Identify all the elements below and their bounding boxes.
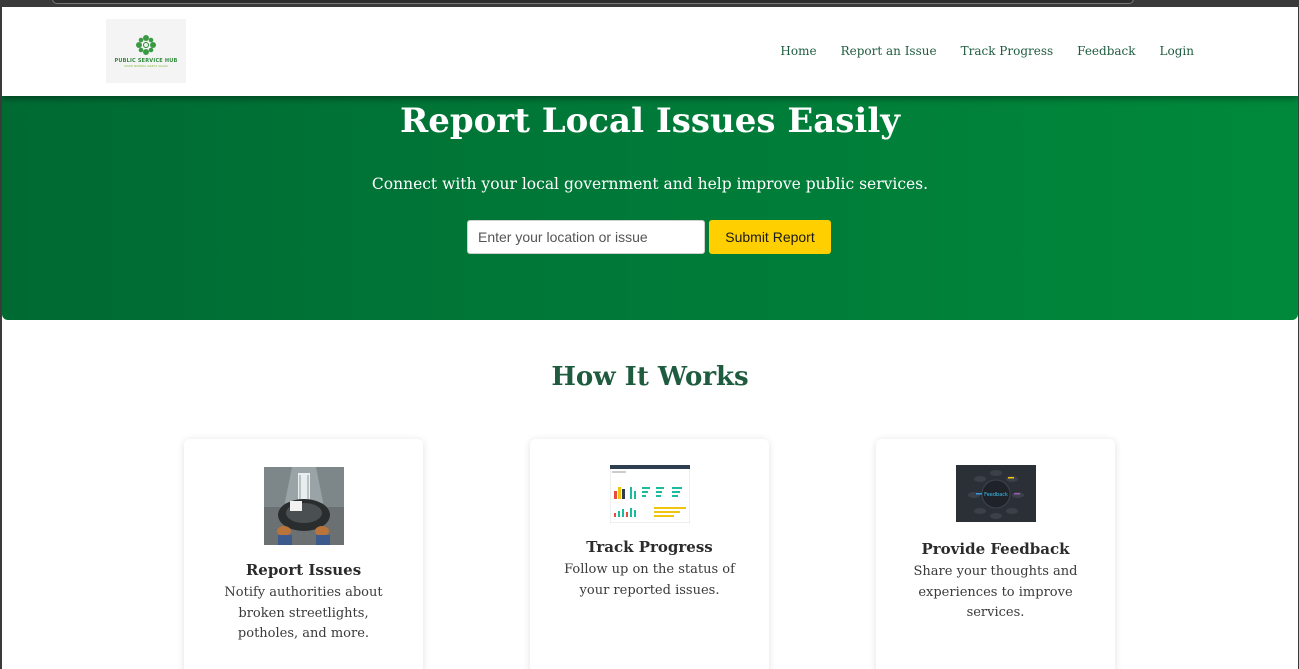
- how-it-works-title: How It Works: [551, 362, 749, 392]
- hero-title: Report Local Issues Easily: [399, 101, 901, 141]
- location-issue-input[interactable]: [467, 220, 705, 254]
- nav-home[interactable]: Home: [780, 44, 816, 58]
- card-track-progress: Track Progress Follow up on the status o…: [530, 439, 769, 669]
- card-title: Provide Feedback: [921, 540, 1070, 558]
- report-form: Submit Report: [467, 220, 831, 254]
- feedback-image-text: Feedback: [984, 492, 1008, 498]
- browser-address-pill: [52, 0, 1134, 4]
- feedback-illustration-image: Feedback: [956, 465, 1036, 522]
- main-nav: Home Report an Issue Track Progress Feed…: [780, 44, 1194, 58]
- hero-subtitle: Connect with your local government and h…: [371, 175, 929, 193]
- pothole-photo-image: [264, 467, 344, 545]
- nav-feedback[interactable]: Feedback: [1077, 44, 1135, 58]
- logo-tagline: MAKE NIGERIA GREAT AGAIN: [124, 64, 168, 68]
- nav-track-progress[interactable]: Track Progress: [961, 44, 1054, 58]
- card-description: Share your thoughts and experiences to i…: [913, 564, 1078, 620]
- site-header: PUBLIC SERVICE HUB MAKE NIGERIA GREAT AG…: [2, 7, 1298, 96]
- card-title: Report Issues: [245, 561, 362, 579]
- hero-section: Report Local Issues Easily Connect with …: [2, 89, 1298, 320]
- nav-login[interactable]: Login: [1160, 44, 1194, 58]
- card-report-issues: Report Issues Notify authorities about b…: [184, 439, 423, 669]
- logo-emblem-icon: [136, 35, 156, 55]
- card-title: Track Progress: [586, 538, 713, 556]
- dashboard-screenshot-image: [610, 465, 690, 523]
- site-logo[interactable]: PUBLIC SERVICE HUB MAKE NIGERIA GREAT AG…: [106, 19, 186, 83]
- feedback-illustration: Feedback: [956, 465, 1036, 522]
- dashboard-screenshot: [610, 465, 690, 523]
- card-description: Notify authorities about broken streetli…: [224, 585, 383, 641]
- page: PUBLIC SERVICE HUB MAKE NIGERIA GREAT AG…: [2, 7, 1298, 669]
- card-description: Follow up on the status of your reported…: [564, 562, 735, 598]
- card-provide-feedback: Feedback Provide Feedback Share your tho…: [876, 439, 1115, 669]
- submit-report-button[interactable]: Submit Report: [709, 220, 831, 254]
- nav-report-issue[interactable]: Report an Issue: [841, 44, 937, 58]
- pothole-photo: [264, 467, 344, 545]
